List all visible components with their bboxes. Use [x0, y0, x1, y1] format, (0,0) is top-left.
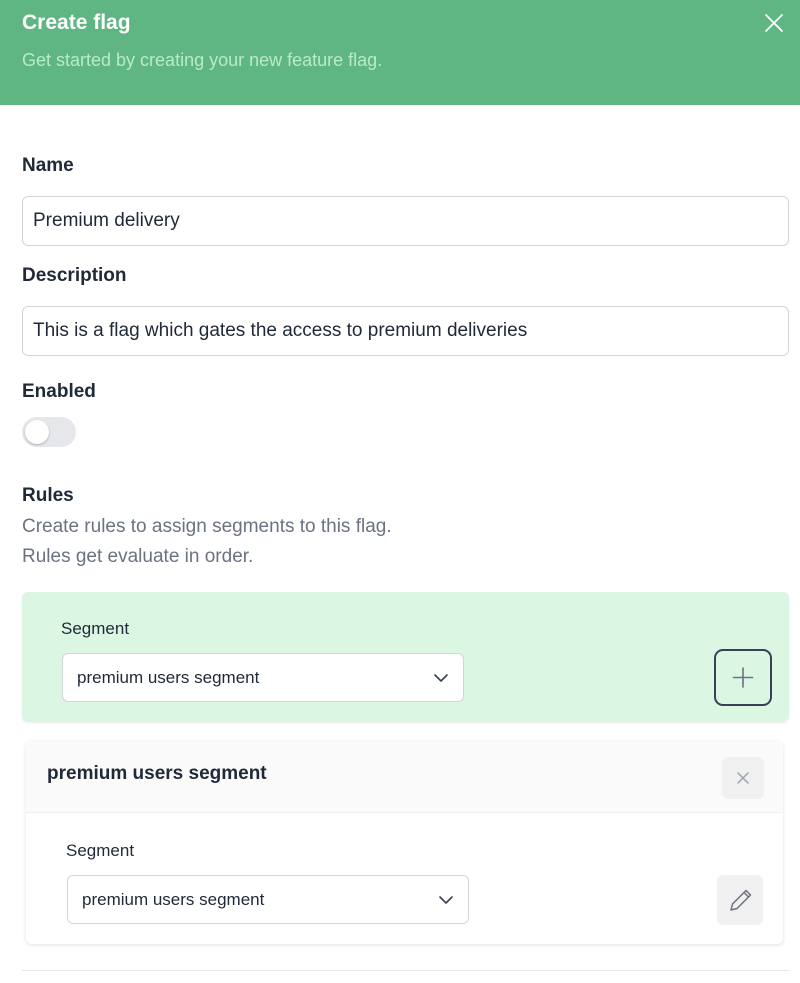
close-icon — [737, 772, 749, 784]
close-icon — [765, 14, 783, 32]
add-rule-button[interactable] — [714, 649, 772, 706]
rules-heading: Rules — [22, 485, 74, 506]
rule-segment-select[interactable]: premium users segment — [67, 875, 469, 924]
pencil-icon — [730, 889, 752, 911]
modal-subtitle: Get started by creating your new feature… — [22, 50, 383, 70]
description-label: Description — [22, 265, 127, 286]
new-rule-segment-select[interactable]: premium users segment — [62, 653, 464, 702]
enabled-label: Enabled — [22, 381, 96, 402]
rule-segment-value: premium users segment — [82, 890, 265, 909]
remove-rule-button[interactable] — [722, 757, 764, 799]
plus-icon — [732, 667, 754, 688]
chevron-down-icon — [434, 674, 448, 682]
rule-card-header: premium users segment — [26, 741, 783, 813]
enabled-toggle[interactable] — [22, 417, 76, 447]
new-rule-segment-label: Segment — [61, 619, 130, 638]
chevron-down-icon — [439, 896, 453, 904]
description-input[interactable] — [22, 306, 789, 356]
rules-help-line-2: Rules get evaluate in order. — [22, 546, 254, 567]
name-label: Name — [22, 155, 74, 176]
rules-help-line-1: Create rules to assign segments to this … — [22, 516, 392, 537]
close-button[interactable] — [760, 9, 788, 37]
toggle-knob — [25, 420, 49, 444]
modal-header: Create flag Get started by creating your… — [0, 0, 800, 105]
name-input[interactable] — [22, 196, 789, 246]
new-rule-segment-value: premium users segment — [77, 668, 260, 687]
rule-card: premium users segment Segment premium us… — [26, 741, 783, 944]
modal-title: Create flag — [22, 11, 131, 34]
divider — [22, 970, 789, 971]
rule-card-title: premium users segment — [47, 763, 267, 784]
edit-rule-button[interactable] — [717, 875, 763, 925]
rule-segment-label: Segment — [66, 841, 135, 860]
